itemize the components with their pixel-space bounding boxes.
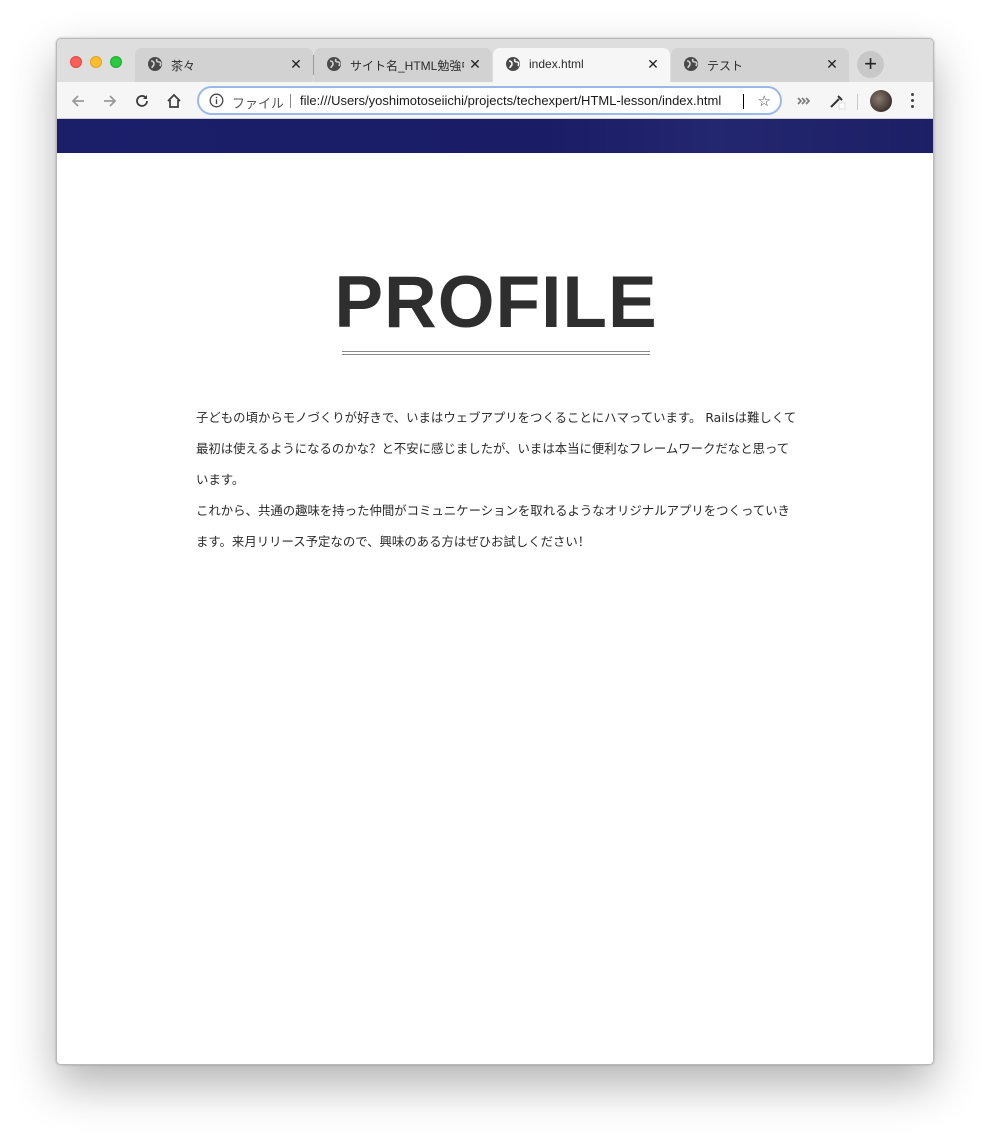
close-tab-icon[interactable]: ✕ <box>644 55 662 73</box>
new-tab-button[interactable]: + <box>857 51 884 78</box>
tab-title: 茶々 <box>171 59 196 73</box>
info-icon[interactable] <box>209 93 224 108</box>
bookmark-star-icon[interactable]: ☆ <box>758 92 771 110</box>
profile-heading: PROFILE <box>334 262 658 343</box>
toolbar-separator <box>857 94 858 110</box>
minimize-window-button[interactable] <box>90 56 102 68</box>
tab-strip: 茶々 ✕ サイト名_HTML勉強中 ✕ index.html ✕ テスト ✕ + <box>57 39 933 83</box>
close-tab-icon[interactable]: ✕ <box>287 55 305 73</box>
eyedropper-icon[interactable] <box>828 92 846 110</box>
tab-site-html[interactable]: サイト名_HTML勉強中 ✕ <box>314 48 492 82</box>
arrow-left-icon <box>71 95 84 107</box>
profile-text: 子どもの頃からモノづくりが好きで、いまはウェブアプリをつくることにハマっています… <box>196 402 800 557</box>
page-content: PROFILE 子どもの頃からモノづくりが好きで、いまはウェブアプリをつくること… <box>57 119 933 1064</box>
globe-icon <box>506 57 520 71</box>
tab-title: テスト <box>707 59 744 73</box>
browser-window: 茶々 ✕ サイト名_HTML勉強中 ✕ index.html ✕ テスト ✕ + <box>56 38 934 1065</box>
reload-icon <box>136 95 148 107</box>
url-text[interactable]: file:///Users/yoshimotoseiichi/projects/… <box>300 93 746 108</box>
scheme-divider <box>290 94 291 108</box>
close-tab-icon[interactable]: ✕ <box>466 55 484 73</box>
globe-icon <box>148 57 162 71</box>
close-window-button[interactable] <box>70 56 82 68</box>
globe-icon <box>327 57 341 71</box>
header-banner <box>57 119 933 153</box>
close-tab-icon[interactable]: ✕ <box>823 55 841 73</box>
tab-title: サイト名_HTML勉強中 <box>350 59 464 73</box>
tab-title: index.html <box>529 57 584 71</box>
extension-icon[interactable] <box>795 92 813 110</box>
globe-icon <box>684 57 698 71</box>
home-icon <box>167 93 181 108</box>
maximize-window-button[interactable] <box>110 56 122 68</box>
text-caret <box>743 94 744 109</box>
tab-chacha[interactable]: 茶々 ✕ <box>135 48 313 82</box>
forward-button[interactable] <box>99 90 121 112</box>
reload-button[interactable] <box>131 90 153 112</box>
paragraph: これから、共通の趣味を持った仲間がコミュニケーションを取れるようなオリジナルアプ… <box>196 503 790 549</box>
scheme-label: ファイル <box>232 96 285 111</box>
tab-index-html[interactable]: index.html ✕ <box>493 48 670 83</box>
heading-double-rule <box>342 351 650 355</box>
url-value: file:///Users/yoshimotoseiichi/projects/… <box>300 93 722 108</box>
tab-test[interactable]: テスト ✕ <box>671 48 849 82</box>
profile-avatar[interactable] <box>870 90 892 112</box>
address-bar[interactable]: ファイル file:///Users/yoshimotoseiichi/proj… <box>197 86 782 115</box>
arrow-right-icon <box>104 95 117 107</box>
back-button[interactable] <box>67 90 89 112</box>
more-menu-icon[interactable] <box>906 90 918 112</box>
browser-toolbar: ファイル file:///Users/yoshimotoseiichi/proj… <box>57 82 933 119</box>
home-button[interactable] <box>163 90 185 112</box>
paragraph: 子どもの頃からモノづくりが好きで、いまはウェブアプリをつくることにハマっています… <box>196 410 797 487</box>
